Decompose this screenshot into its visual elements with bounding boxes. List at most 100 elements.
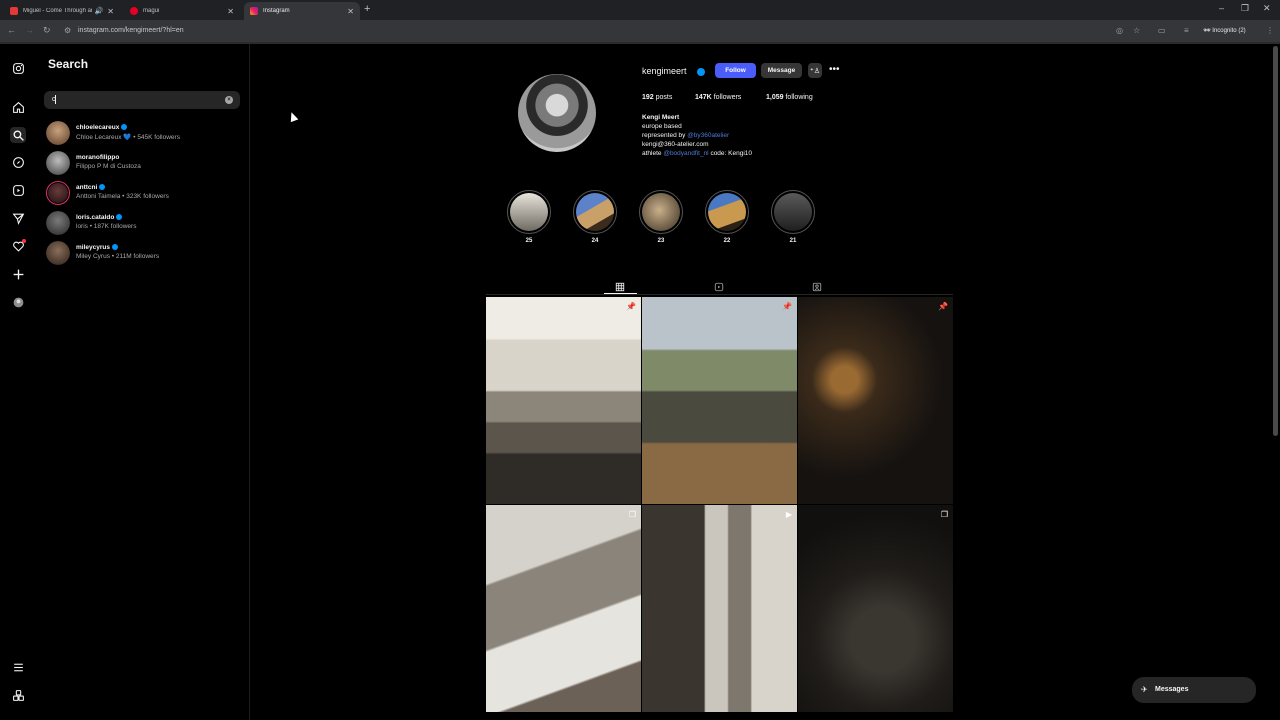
verified-badge-icon <box>111 244 118 250</box>
result-username: moranofilippo <box>76 154 120 161</box>
search-result-item[interactable]: loris.cataldo loris • 187K followers <box>46 208 246 236</box>
bio-mention-link[interactable]: @bodyandfit_nl <box>663 150 708 157</box>
incognito-icon: 🕶 <box>1203 28 1213 34</box>
minimize-icon[interactable]: – <box>1219 3 1224 13</box>
message-button[interactable]: Message <box>761 63 802 78</box>
profile-avatar-icon[interactable] <box>10 294 26 310</box>
menu-kebab-icon[interactable]: ⋮ <box>1266 26 1274 35</box>
browser-tab-2[interactable]: magui ✕ <box>124 2 240 20</box>
messages-button[interactable]: ✈ Messages <box>1132 677 1256 703</box>
following-stat[interactable]: 1,059 following <box>766 94 813 101</box>
notification-dot-icon <box>22 239 26 243</box>
forward-icon[interactable]: → <box>25 25 34 35</box>
post-thumbnail[interactable]: 📌 <box>642 297 797 504</box>
pinned-icon: 📌 <box>626 302 636 311</box>
bio-line: represented by @by360atelier <box>642 132 729 139</box>
reels-icon[interactable] <box>10 182 26 198</box>
close-tab-icon[interactable]: ✕ <box>227 7 234 16</box>
pinned-icon: 📌 <box>782 302 792 311</box>
verified-badge-icon <box>121 124 128 130</box>
clear-search-icon[interactable]: × <box>225 96 233 104</box>
site-info-icon[interactable]: ⚙ <box>64 26 71 35</box>
post-thumbnail[interactable]: 📌 <box>798 297 953 504</box>
avatar-story-ring <box>46 181 70 205</box>
close-tab-icon[interactable]: ✕ <box>107 7 114 16</box>
close-window-icon[interactable]: ✕ <box>1263 3 1271 14</box>
posts-count: 192 <box>642 94 654 101</box>
instagram-logo-icon[interactable] <box>10 60 26 76</box>
story-highlight[interactable]: 21 <box>771 190 815 244</box>
tab-reels-icon[interactable] <box>714 279 726 292</box>
close-tab-icon[interactable]: ✕ <box>347 7 354 16</box>
posts-stat: 192 posts <box>642 94 672 101</box>
pinterest-favicon-icon <box>130 7 138 15</box>
result-username: mileycyrus <box>76 244 110 251</box>
page-scrollbar[interactable] <box>1273 46 1278 436</box>
story-highlight[interactable]: 25 <box>507 190 551 244</box>
tab-title: Instagram <box>263 8 290 14</box>
reading-mode-icon[interactable]: ▭ <box>1158 26 1166 35</box>
story-highlight[interactable]: 24 <box>573 190 617 244</box>
tab-posts-grid-icon[interactable] <box>615 279 627 292</box>
text-caret <box>55 95 56 104</box>
highlight-label: 24 <box>591 238 599 244</box>
messages-label: Messages <box>1155 686 1189 693</box>
suggested-users-button[interactable]: ⁺♙ <box>808 63 822 78</box>
avatar <box>46 241 70 265</box>
messenger-icon[interactable] <box>10 210 26 226</box>
followers-stat[interactable]: 147K followers <box>695 94 741 101</box>
search-icon[interactable] <box>10 127 26 143</box>
profile-avatar[interactable] <box>518 74 596 152</box>
more-menu-icon[interactable] <box>10 659 26 675</box>
result-username: chloelecareux <box>76 124 120 131</box>
browser-tab-1[interactable]: Miguel - Come Through an 🔊 ✕ <box>4 2 120 20</box>
verified-badge-icon <box>99 184 106 190</box>
search-input[interactable]: c × <box>44 91 240 109</box>
back-icon[interactable]: ← <box>7 25 16 35</box>
address-bar: ← → ↻ ⚙ instagram.com/kengimeert/?hl=en … <box>0 20 1280 42</box>
followers-label: followers <box>713 94 742 101</box>
posts-label: posts <box>655 94 673 101</box>
eye-off-icon[interactable]: ◎ <box>1116 26 1123 35</box>
notifications-heart-icon[interactable] <box>10 238 26 254</box>
follow-button[interactable]: Follow <box>715 63 756 78</box>
mouse-cursor-icon <box>287 110 299 123</box>
bio-mention-link[interactable]: @by360atelier <box>687 132 729 139</box>
search-result-item[interactable]: anttcni Anttoni Taimela • 323K followers <box>46 178 246 206</box>
post-thumbnail[interactable]: ❐ <box>486 505 641 712</box>
following-label: following <box>785 94 813 101</box>
home-icon[interactable] <box>10 99 26 115</box>
new-tab-icon[interactable]: + <box>364 3 370 15</box>
nav-rail <box>0 44 36 720</box>
post-thumbnail[interactable]: ▶ <box>642 505 797 712</box>
carousel-icon: ❐ <box>940 510 948 519</box>
search-panel-title: Search <box>48 57 89 71</box>
incognito-badge[interactable]: 🕶 Incognito (2) <box>1203 27 1246 34</box>
restore-icon[interactable]: ❐ <box>1241 3 1249 14</box>
post-thumbnail[interactable]: 📌 <box>486 297 641 504</box>
speaker-icon[interactable]: 🔊 <box>95 7 104 15</box>
bookmark-star-icon[interactable]: ☆ <box>1133 26 1140 35</box>
bio-text: represented by <box>642 132 686 139</box>
search-result-item[interactable]: moranofilippo Filippo P M di Custoza <box>46 148 246 176</box>
url-field[interactable]: instagram.com/kengimeert/?hl=en <box>78 27 184 34</box>
incognito-label: Incognito (2) <box>1212 28 1246 34</box>
post-thumbnail[interactable]: ❐ <box>798 505 953 712</box>
create-plus-icon[interactable] <box>10 266 26 282</box>
reload-icon[interactable]: ↻ <box>43 25 51 36</box>
media-icon[interactable]: ≡ <box>1184 26 1189 35</box>
result-username: loris.cataldo <box>76 214 115 221</box>
also-from-meta-icon[interactable] <box>10 687 26 703</box>
search-result-item[interactable]: mileycyrus Miley Cyrus • 211M followers <box>46 238 246 266</box>
browser-tab-3[interactable]: Instagram ✕ <box>244 2 360 20</box>
bio-email: kengi@360-atelier.com <box>642 141 709 148</box>
result-subtitle: loris • 187K followers <box>76 223 137 230</box>
explore-icon[interactable] <box>10 154 26 170</box>
story-highlight[interactable]: 23 <box>639 190 683 244</box>
highlight-label: 21 <box>789 238 797 244</box>
tab-tagged-icon[interactable] <box>812 279 824 292</box>
search-result-item[interactable]: chloelecareux Chloe Lecareux 💙 • 545K fo… <box>46 118 246 146</box>
story-highlight[interactable]: 22 <box>705 190 749 244</box>
options-more-icon[interactable]: ••• <box>829 64 840 75</box>
active-tab-indicator <box>604 293 637 294</box>
